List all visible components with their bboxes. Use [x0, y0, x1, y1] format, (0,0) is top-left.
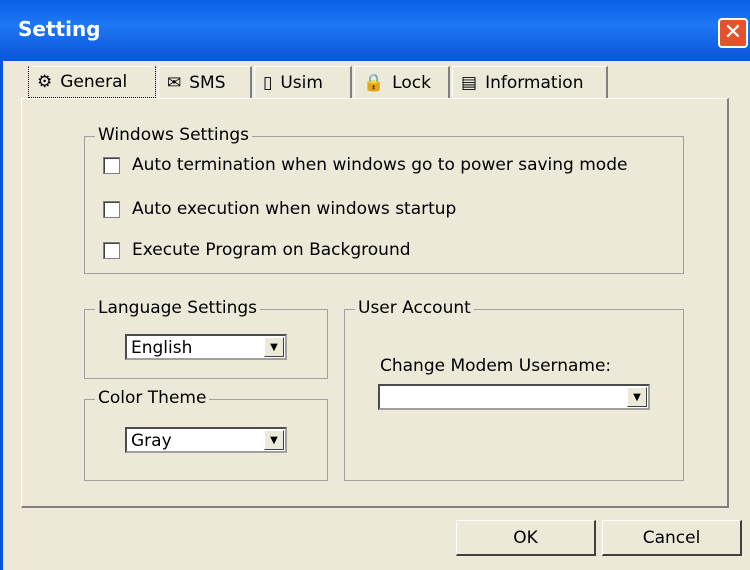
group-legend: Color Theme — [95, 388, 210, 408]
auto-execution-option[interactable]: Auto execution when windows startup — [103, 199, 456, 219]
color-theme-value: Gray — [131, 431, 172, 451]
background-execution-option[interactable]: Execute Program on Background — [103, 240, 411, 260]
cancel-button[interactable]: Cancel — [602, 520, 742, 556]
chevron-down-icon[interactable]: ▼ — [264, 430, 284, 450]
tab-label: Lock — [392, 72, 431, 93]
tab-label: General — [60, 72, 128, 92]
close-button[interactable]: ✕ — [718, 18, 748, 48]
background-execution-checkbox[interactable] — [103, 241, 120, 259]
language-value: English — [131, 338, 193, 358]
tab-label: SMS — [189, 72, 226, 93]
tab-general[interactable]: ⚙ General — [28, 66, 156, 98]
sim-card-icon: ▯ — [263, 72, 273, 93]
group-legend: Language Settings — [95, 298, 261, 318]
change-username-label: Change Modem Username: — [380, 356, 612, 376]
close-icon: ✕ — [723, 20, 743, 45]
auto-execution-checkbox[interactable] — [103, 200, 120, 218]
tab-lock[interactable]: 🔒 Lock — [354, 66, 450, 98]
window-frame — [0, 61, 3, 570]
auto-termination-checkbox[interactable] — [103, 156, 120, 174]
auto-termination-option[interactable]: Auto termination when windows go to powe… — [103, 155, 627, 175]
tab-usim[interactable]: ▯ Usim — [254, 66, 352, 98]
group-legend: Windows Settings — [95, 125, 253, 145]
group-legend: User Account — [355, 298, 474, 318]
ok-button[interactable]: OK — [456, 520, 596, 556]
checkbox-label: Auto execution when windows startup — [132, 199, 457, 219]
modem-username-select[interactable]: ▼ — [378, 384, 650, 410]
lock-icon: 🔒 — [363, 72, 385, 93]
checkbox-label: Execute Program on Background — [132, 240, 411, 260]
title-bar: Setting ✕ — [0, 0, 750, 61]
gear-icon: ⚙ — [37, 72, 53, 92]
ok-label: OK — [513, 527, 538, 548]
cancel-label: Cancel — [642, 527, 701, 548]
checkbox-label: Auto termination when windows go to powe… — [132, 155, 628, 175]
chevron-down-icon[interactable]: ▼ — [627, 387, 647, 407]
tab-sms[interactable]: ✉ SMS — [158, 66, 252, 98]
document-icon: ▤ — [461, 72, 478, 93]
window-title: Setting — [18, 17, 101, 41]
chevron-down-icon[interactable]: ▼ — [264, 337, 284, 357]
language-select[interactable]: English ▼ — [125, 334, 287, 360]
settings-dialog: Setting ✕ ⚙ General ✉ SMS ▯ Usim 🔒 Lock … — [0, 0, 750, 570]
envelope-icon: ✉ — [167, 72, 182, 93]
tab-information[interactable]: ▤ Information — [452, 66, 608, 98]
color-theme-select[interactable]: Gray ▼ — [125, 427, 287, 453]
tab-label: Usim — [280, 72, 323, 93]
tab-label: Information — [485, 72, 584, 93]
